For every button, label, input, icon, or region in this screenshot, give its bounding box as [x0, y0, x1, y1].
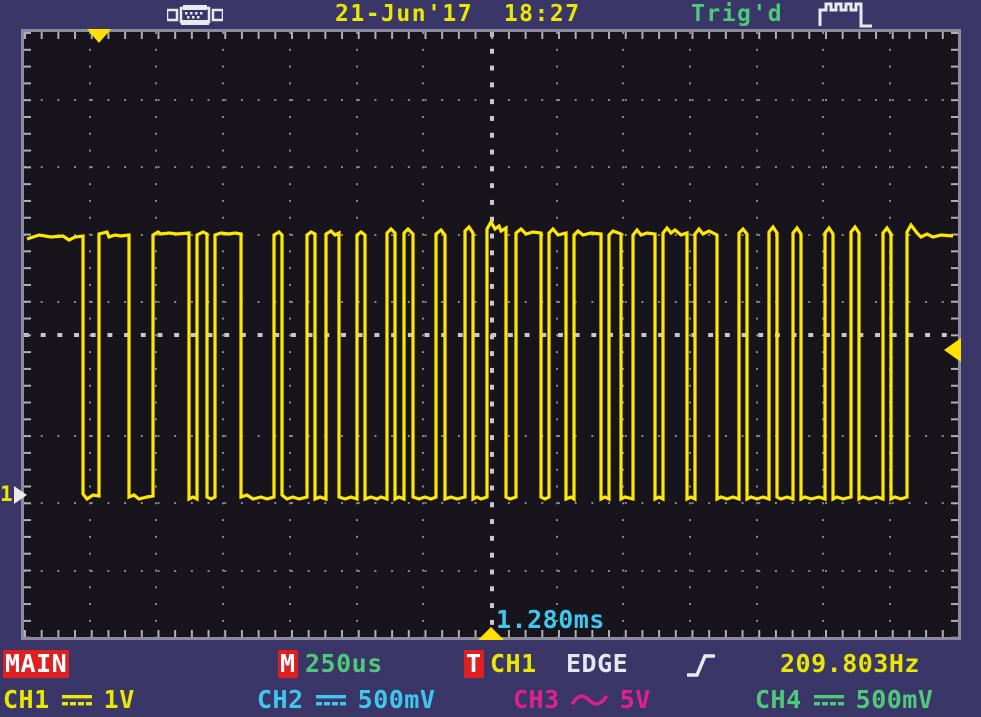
ch4-name: CH4	[755, 685, 802, 714]
settings-status-bar: MAIN M 250us T CH1 EDGE 209.803Hz	[0, 650, 981, 684]
date-time-display: 21-Jun'17 18:27	[335, 1, 581, 27]
dc-coupling-icon	[60, 691, 94, 709]
trigger-type-value[interactable]: EDGE	[566, 650, 628, 678]
ch1-ref-label: 1	[0, 482, 13, 506]
channel-ch4[interactable]: CH4 500mV	[755, 685, 933, 715]
date-text: 21-Jun'17	[335, 1, 474, 27]
trigger-time-readout: 1.280ms	[496, 605, 605, 634]
trigger-position-marker[interactable]	[87, 29, 111, 43]
ch1-scale: 1V	[103, 685, 135, 714]
trigger-time-marker[interactable]	[478, 627, 504, 640]
ch4-scale: 500mV	[855, 685, 934, 714]
trigger-source-value[interactable]: CH1	[490, 650, 537, 678]
ac-coupling-icon	[570, 690, 610, 710]
trigger-tag: T	[464, 649, 484, 678]
frequency-measurement: 209.803Hz	[780, 649, 920, 678]
timebase-value[interactable]: 250us	[305, 650, 383, 678]
oscilloscope-screen: 21-Jun'17 18:27 Trig'd 1 1.280ms MAIN M …	[0, 0, 981, 717]
ch1-name: CH1	[3, 685, 50, 714]
ch3-scale: 5V	[619, 685, 651, 714]
ch3-name: CH3	[513, 685, 560, 714]
ch1-waveform-trace	[26, 218, 954, 502]
channel-status-bar: CH1 1V CH2 500mV CH3 5V CH4 500mV	[0, 685, 981, 717]
channel-ch2[interactable]: CH2 500mV	[257, 685, 435, 715]
channel-ch1[interactable]: CH1 1V	[3, 685, 135, 715]
ch1-ground-reference-marker[interactable]: 1	[0, 484, 27, 505]
top-status-bar: 21-Jun'17 18:27 Trig'd	[0, 0, 981, 30]
ch1-ref-arrow-icon	[13, 485, 27, 504]
timebase-mode-label[interactable]: MAIN	[3, 650, 70, 678]
ch2-scale: 500mV	[357, 685, 436, 714]
rising-edge-icon[interactable]	[685, 652, 717, 684]
time-text: 18:27	[503, 1, 581, 27]
serial-port-icon	[165, 3, 225, 31]
trigger-status-text: Trig'd	[691, 1, 784, 27]
channel-ch3[interactable]: CH3 5V	[513, 685, 651, 715]
dc-coupling-icon	[812, 691, 846, 709]
ch2-name: CH2	[257, 685, 304, 714]
trigger-level-marker[interactable]	[944, 338, 961, 362]
pulse-waveform-icon	[818, 2, 874, 32]
timebase-tag: M	[278, 649, 298, 678]
dc-coupling-icon	[314, 691, 348, 709]
